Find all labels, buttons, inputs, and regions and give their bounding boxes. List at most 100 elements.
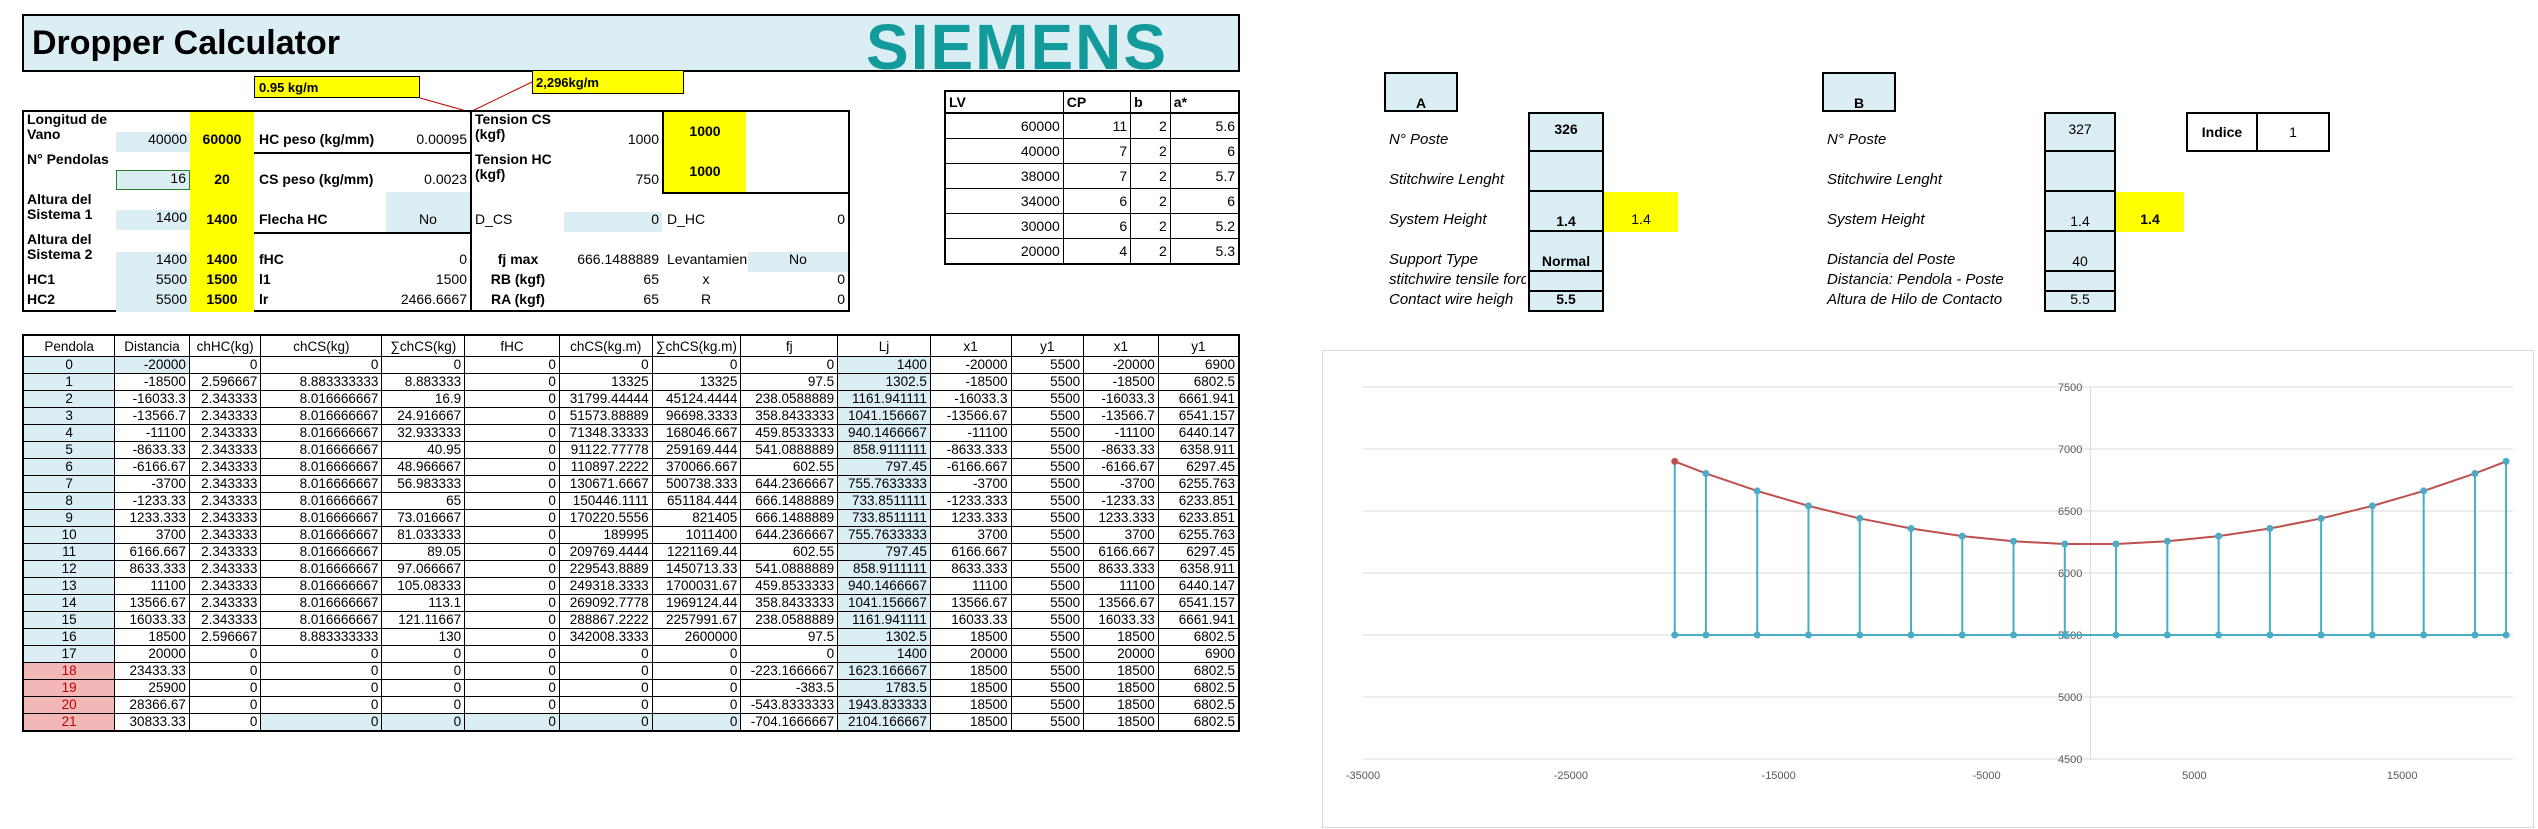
sys1-input[interactable]: 1400 xyxy=(190,192,254,232)
table-cell[interactable]: 0 xyxy=(464,662,560,680)
table-cell[interactable]: 6541.157 xyxy=(1157,594,1240,612)
lv-cell[interactable]: 2 xyxy=(1130,188,1171,214)
pendola-index[interactable]: 5 xyxy=(22,441,116,459)
hc2-input[interactable]: 1500 xyxy=(190,292,254,312)
table-cell[interactable]: 5500 xyxy=(1010,492,1085,510)
table-cell[interactable]: 755.7633333 xyxy=(837,475,931,493)
table-cell[interactable]: 18500 xyxy=(1083,679,1159,697)
table-cell[interactable]: 2.596667 xyxy=(188,373,262,391)
table-cell[interactable]: 0 xyxy=(464,356,560,374)
table-cell[interactable]: 8.016666667 xyxy=(260,441,383,459)
table-cell[interactable]: 0 xyxy=(188,713,262,732)
support-a-poste-value[interactable]: 326 xyxy=(1528,112,1604,152)
table-cell[interactable]: 1041.156667 xyxy=(837,407,931,425)
table-cell[interactable]: 1400 xyxy=(837,645,931,663)
table-cell[interactable]: 2.343333 xyxy=(188,475,262,493)
table-cell[interactable]: 5500 xyxy=(1010,458,1085,476)
table-cell[interactable]: 0 xyxy=(464,577,560,595)
table-cell[interactable]: -18500 xyxy=(114,373,190,391)
table-cell[interactable]: 8.016666667 xyxy=(260,526,383,544)
pendola-index[interactable]: 6 xyxy=(22,458,116,476)
table-cell[interactable]: 238.0588889 xyxy=(740,611,839,629)
pendola-index[interactable]: 18 xyxy=(22,662,116,680)
table-cell[interactable]: 2.343333 xyxy=(188,560,262,578)
table-cell[interactable]: 8.016666667 xyxy=(260,577,383,595)
table-cell[interactable]: 0 xyxy=(464,611,560,629)
table-cell[interactable]: -1233.333 xyxy=(929,492,1012,510)
lv-cell[interactable]: 34000 xyxy=(944,188,1064,214)
table-cell[interactable]: -1233.33 xyxy=(1083,492,1159,510)
table-cell[interactable]: 238.0588889 xyxy=(740,390,839,408)
table-cell[interactable]: 0 xyxy=(558,713,653,732)
table-cell[interactable]: 0 xyxy=(464,441,560,459)
pendola-index[interactable]: 13 xyxy=(22,577,116,595)
table-cell[interactable]: 81.033333 xyxy=(381,526,466,544)
table-cell[interactable]: 666.1488889 xyxy=(740,509,839,527)
lv-cell[interactable]: 6 xyxy=(1062,213,1132,239)
table-cell[interactable]: 8633.333 xyxy=(1083,560,1159,578)
table-cell[interactable]: 18500 xyxy=(929,662,1012,680)
table-cell[interactable]: 6661.941 xyxy=(1157,611,1240,629)
table-cell[interactable]: 1700031.67 xyxy=(651,577,742,595)
table-cell[interactable]: 602.55 xyxy=(740,543,839,561)
hc2-value[interactable]: 5500 xyxy=(116,292,190,312)
table-cell[interactable]: 48.966667 xyxy=(381,458,466,476)
lv-cell[interactable]: 6 xyxy=(1169,138,1240,164)
table-cell[interactable]: -3700 xyxy=(1083,475,1159,493)
lv-cell[interactable]: 7 xyxy=(1062,138,1132,164)
table-cell[interactable]: 1943.833333 xyxy=(837,696,931,714)
table-cell[interactable]: 0 xyxy=(464,594,560,612)
table-cell[interactable]: -3700 xyxy=(929,475,1012,493)
pendola-index[interactable]: 11 xyxy=(22,543,116,561)
table-cell[interactable]: 16033.33 xyxy=(1083,611,1159,629)
lv-cell[interactable]: 40000 xyxy=(944,138,1064,164)
table-cell[interactable]: -11100 xyxy=(114,424,190,442)
table-cell[interactable]: 2104.166667 xyxy=(837,713,931,732)
levantamiento-value[interactable]: No xyxy=(748,252,848,272)
table-cell[interactable]: 8.016666667 xyxy=(260,560,383,578)
table-cell[interactable]: -18500 xyxy=(929,373,1012,391)
table-cell[interactable]: 858.9111111 xyxy=(837,560,931,578)
table-cell[interactable]: 6802.5 xyxy=(1157,679,1240,697)
table-cell[interactable]: 5500 xyxy=(1010,662,1085,680)
table-cell[interactable]: 2.343333 xyxy=(188,458,262,476)
pendola-index[interactable]: 20 xyxy=(22,696,116,714)
table-cell[interactable]: 0 xyxy=(188,679,262,697)
table-cell[interactable]: 8.016666667 xyxy=(260,492,383,510)
table-cell[interactable]: 5500 xyxy=(1010,356,1085,374)
table-cell[interactable]: 1011400 xyxy=(651,526,742,544)
tension-cs-input[interactable]: 1000 xyxy=(664,112,746,152)
table-cell[interactable]: 6802.5 xyxy=(1157,713,1240,732)
table-cell[interactable]: 0 xyxy=(558,645,653,663)
table-cell[interactable]: 0 xyxy=(558,679,653,697)
table-cell[interactable]: 0 xyxy=(651,356,742,374)
table-cell[interactable]: -383.5 xyxy=(740,679,839,697)
table-cell[interactable]: 8.016666667 xyxy=(260,458,383,476)
table-cell[interactable]: 1233.333 xyxy=(929,509,1012,527)
table-cell[interactable]: 755.7633333 xyxy=(837,526,931,544)
pendola-index[interactable]: 10 xyxy=(22,526,116,544)
table-cell[interactable]: 358.8433333 xyxy=(740,594,839,612)
support-a-height-value[interactable]: 1.4 xyxy=(1528,190,1604,232)
table-cell[interactable]: 1450713.33 xyxy=(651,560,742,578)
table-cell[interactable]: 2600000 xyxy=(651,628,742,646)
pendola-index[interactable]: 0 xyxy=(22,356,116,374)
table-cell[interactable]: 0 xyxy=(381,679,466,697)
table-cell[interactable]: 130 xyxy=(381,628,466,646)
table-cell[interactable]: 0 xyxy=(188,662,262,680)
table-cell[interactable]: -20000 xyxy=(1083,356,1159,374)
table-cell[interactable]: 45124.4444 xyxy=(651,390,742,408)
table-cell[interactable]: -8633.33 xyxy=(1083,441,1159,459)
table-cell[interactable]: 269092.7778 xyxy=(558,594,653,612)
table-cell[interactable]: 5500 xyxy=(1010,407,1085,425)
table-cell[interactable]: 0 xyxy=(260,356,383,374)
table-cell[interactable]: -11100 xyxy=(929,424,1012,442)
table-cell[interactable]: 170220.5556 xyxy=(558,509,653,527)
table-cell[interactable]: 8.883333 xyxy=(381,373,466,391)
table-cell[interactable]: 1623.166667 xyxy=(837,662,931,680)
table-cell[interactable]: 0 xyxy=(464,696,560,714)
table-cell[interactable]: -20000 xyxy=(114,356,190,374)
table-cell[interactable]: 31799.44444 xyxy=(558,390,653,408)
table-cell[interactable]: 16.9 xyxy=(381,390,466,408)
table-cell[interactable]: 0 xyxy=(260,679,383,697)
